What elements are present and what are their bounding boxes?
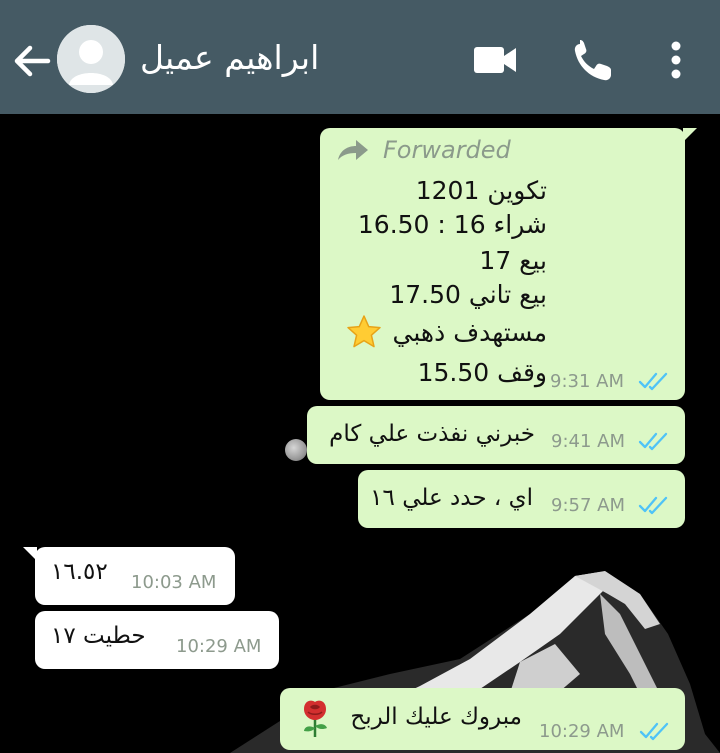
message-bubble-incoming[interactable]: ١٦.٥٢ 10:03 AM xyxy=(23,547,235,605)
arrow-back-icon xyxy=(14,45,51,77)
message-time: 10:29 AM xyxy=(539,721,625,742)
message-time: 9:41 AM xyxy=(551,431,625,452)
forward-arrow-icon xyxy=(338,140,368,160)
back-button[interactable] xyxy=(8,38,54,84)
message-bubble-outgoing[interactable]: Forwarded تكوين 1201 شراء 16 : 16.50 بيع… xyxy=(320,128,697,400)
message-time: 10:29 AM xyxy=(176,636,262,657)
video-call-button[interactable] xyxy=(470,38,524,82)
message-line: مستهدف ذهبي xyxy=(392,318,547,347)
video-camera-icon xyxy=(474,47,516,73)
rose-emoji xyxy=(304,700,327,737)
contact-name[interactable]: ابراهيم عميل xyxy=(140,36,319,80)
message-time: 9:57 AM xyxy=(551,495,625,516)
double-check-read-icon xyxy=(638,432,668,451)
message-time: 9:31 AM xyxy=(550,371,624,392)
message-text: اي ، حدد علي ١٦ xyxy=(370,485,533,511)
message-bubble-incoming[interactable]: حطيت ١٧ 10:29 AM xyxy=(35,611,279,669)
message-time: 10:03 AM xyxy=(131,572,217,593)
voice-call-button[interactable] xyxy=(568,36,618,84)
bubble-tail xyxy=(683,128,697,142)
message-line: بيع 17 xyxy=(479,246,547,275)
message-bubble-outgoing[interactable]: مبروك عليك الربح 10:29 AM xyxy=(280,688,685,750)
message-text: خبرني نفذت علي كام xyxy=(329,421,535,447)
menu-button[interactable] xyxy=(656,36,696,84)
double-check-read-icon xyxy=(638,372,668,391)
message-bubble-outgoing[interactable]: اي ، حدد علي ١٦ 9:57 AM xyxy=(358,470,685,528)
default-avatar-icon xyxy=(57,25,125,93)
message-line: بيع تاني 17.50 xyxy=(389,280,547,309)
forwarded-label: Forwarded xyxy=(383,136,511,164)
message-line: شراء 16 : 16.50 xyxy=(357,210,547,239)
vertical-dots-icon xyxy=(671,41,681,79)
chat-header: ابراهيم عميل xyxy=(0,0,720,114)
message-line: تكوين 1201 xyxy=(415,176,547,205)
double-check-read-icon xyxy=(639,722,669,741)
phone-icon xyxy=(574,40,611,81)
message-text: حطيت ١٧ xyxy=(51,623,146,649)
wallpaper-moon xyxy=(285,439,307,461)
message-text: مبروك عليك الربح xyxy=(350,704,522,730)
double-check-read-icon xyxy=(638,496,668,515)
message-bubble-outgoing[interactable]: خبرني نفذت علي كام 9:41 AM xyxy=(307,406,685,464)
star-emoji xyxy=(347,315,381,348)
bubble-tail xyxy=(23,547,37,561)
message-line: وقف 15.50 xyxy=(417,358,547,387)
message-text: ١٦.٥٢ xyxy=(51,559,108,585)
avatar[interactable] xyxy=(57,25,125,93)
